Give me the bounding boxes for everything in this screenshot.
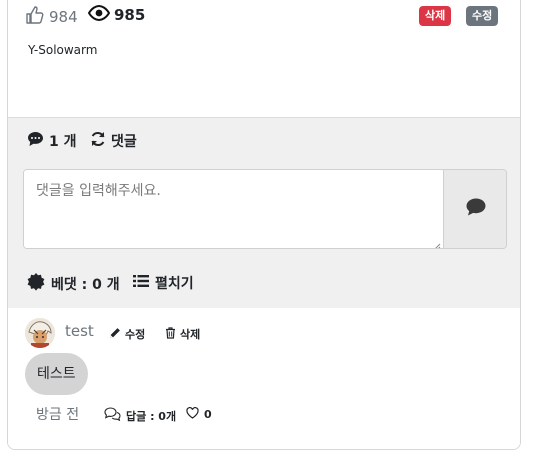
delete-comment-button[interactable]: 삭제: [165, 326, 200, 342]
heart-icon: [186, 406, 204, 422]
best-comment-count: 베댓 : 0 개: [27, 273, 120, 295]
comments-icon: [104, 407, 126, 424]
thumbs-up-icon: [25, 5, 49, 29]
view-count: 985: [114, 6, 146, 24]
edit-post-button[interactable]: 수정: [466, 6, 499, 26]
pencil-icon: [109, 327, 125, 342]
comment-item: test 수정 삭제 테스트 방금 전 답글 : 0개 0: [8, 308, 520, 449]
post-content: Y-Solowarm: [28, 43, 98, 57]
expand-button[interactable]: 펼치기: [133, 273, 194, 293]
refresh-icon: [90, 131, 111, 151]
delete-comment-label: 삭제: [180, 328, 201, 341]
post-section: 984 985 삭제 수정 Y-Solowarm: [8, 1, 520, 117]
like-comment-button[interactable]: 0: [186, 406, 212, 422]
view-stat: 985: [87, 4, 146, 25]
reply-count-label: 답글 : 0개: [126, 409, 177, 423]
comment-text: 테스트: [25, 353, 88, 395]
comment-count-label: 1 개: [49, 134, 77, 150]
edit-comment-label: 수정: [125, 328, 146, 341]
chat-bubble-icon: [465, 197, 487, 221]
comment-count: 1 개: [27, 131, 77, 151]
reply-button[interactable]: 답글 : 0개: [104, 407, 176, 424]
delete-post-button[interactable]: 삭제: [419, 6, 452, 26]
certificate-icon: [27, 273, 51, 295]
refresh-label: 댓글: [111, 134, 137, 150]
resize-handle[interactable]: [433, 236, 441, 248]
comment-input[interactable]: [24, 170, 443, 248]
comment-username[interactable]: test: [65, 322, 94, 340]
trash-icon: [165, 326, 180, 342]
post-card: 984 985 삭제 수정 Y-Solowarm 1 개 댓글 댓글을 입력해주…: [7, 0, 521, 450]
best-comment-label: 베댓 : 0 개: [51, 277, 120, 293]
edit-comment-button[interactable]: 수정: [109, 326, 145, 342]
expand-label: 펼치기: [155, 276, 194, 292]
comment-input-group: [23, 169, 507, 249]
eye-icon: [87, 4, 114, 25]
like-stat[interactable]: 984: [25, 5, 78, 29]
refresh-comments-button[interactable]: 댓글: [90, 131, 137, 151]
comment-dots-icon: [27, 131, 49, 151]
comment-timestamp: 방금 전: [36, 407, 80, 423]
avatar: [25, 318, 55, 348]
comment-like-count: 0: [204, 408, 212, 421]
comment-section: 1 개 댓글 베댓 : 0 개: [8, 117, 520, 308]
list-icon: [133, 274, 155, 292]
submit-comment-button[interactable]: [443, 170, 506, 248]
like-count: 984: [49, 8, 78, 26]
